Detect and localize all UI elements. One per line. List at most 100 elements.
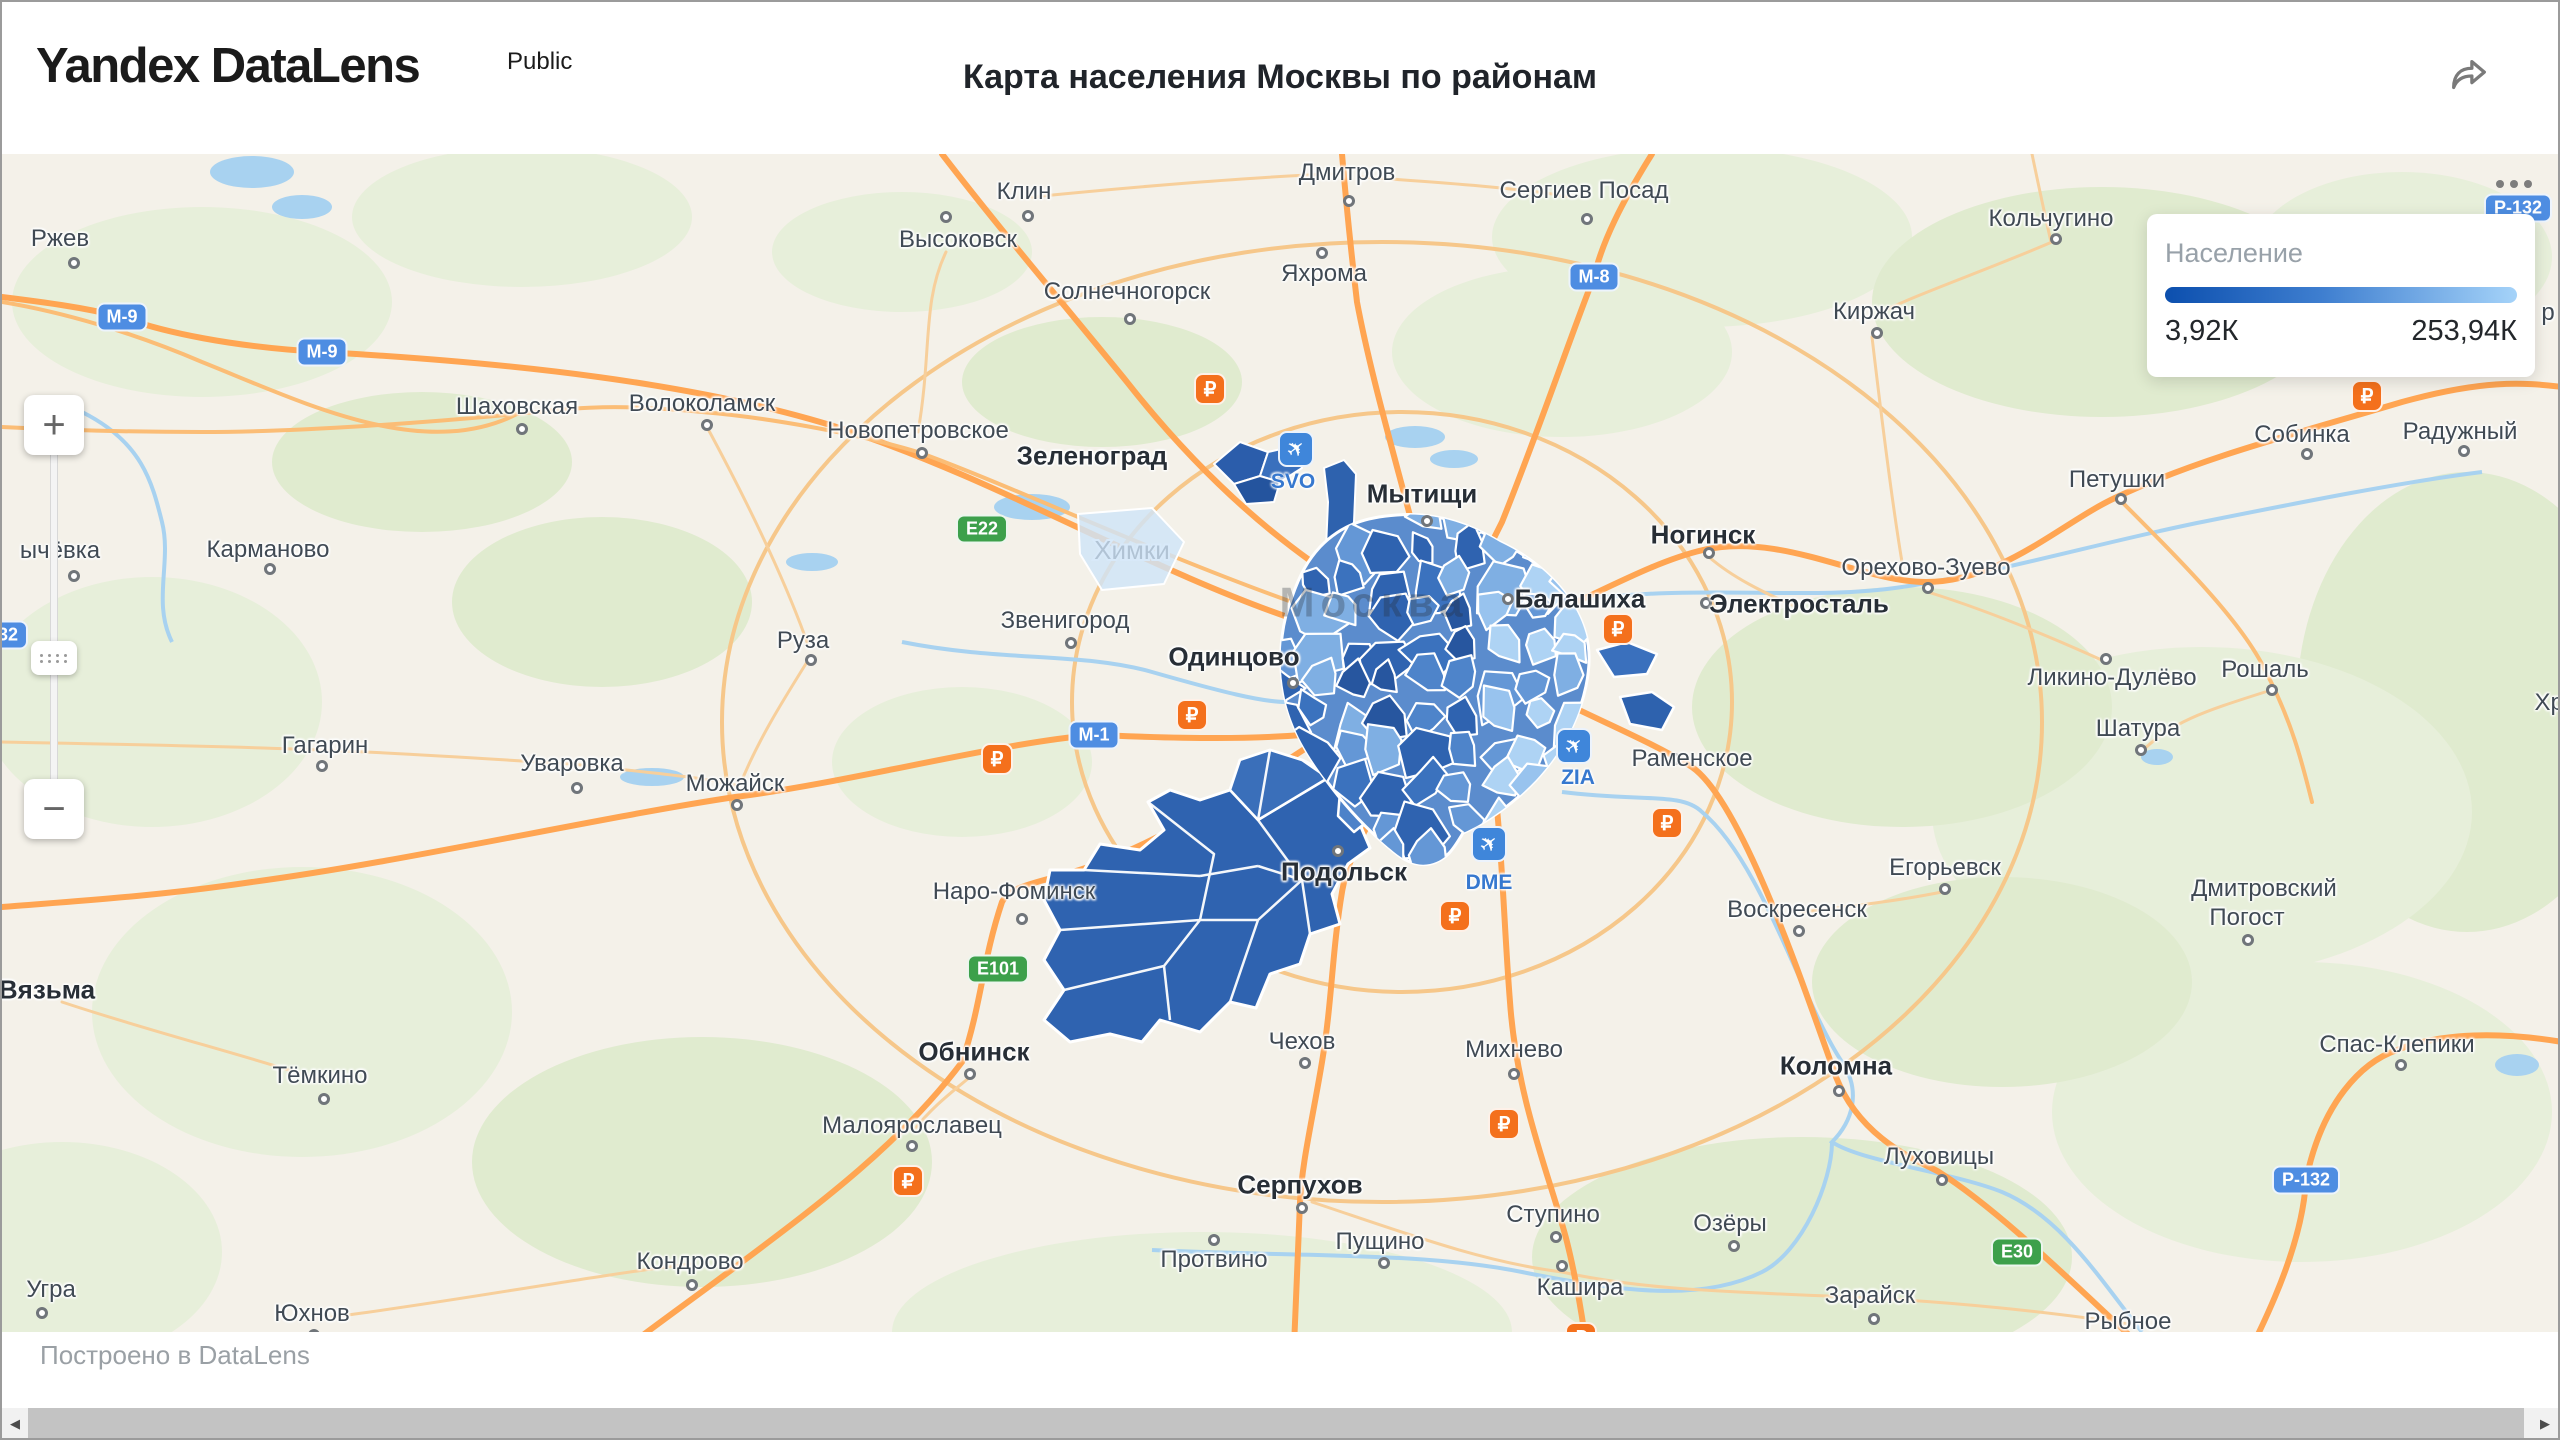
town-marker xyxy=(316,760,328,772)
road-badge: М-8 xyxy=(1569,263,1620,292)
town-marker xyxy=(701,419,713,431)
town-marker xyxy=(571,782,583,794)
map-label: Рыбное xyxy=(2085,1308,2172,1332)
airport-code-label: ZIA xyxy=(1561,766,1595,790)
town-marker xyxy=(1793,925,1805,937)
map-label: Зарайск xyxy=(1825,1282,1915,1310)
airport-icon: ✈ xyxy=(1471,826,1507,862)
map-label: Серпухов xyxy=(1237,1170,1362,1201)
town-marker xyxy=(1502,593,1514,605)
town-marker xyxy=(1299,1057,1311,1069)
town-marker xyxy=(2458,445,2470,457)
zoom-out-button[interactable]: − xyxy=(24,779,84,839)
datalens-public-page: Yandex DataLens Public Карта населения М… xyxy=(0,0,2560,1440)
town-marker xyxy=(1421,515,1433,527)
legend-max-value: 253,94К xyxy=(2411,315,2517,348)
airport-icon: ✈ xyxy=(1278,431,1314,467)
map-label: Воскресенск xyxy=(1727,896,1867,924)
scroll-right-button[interactable]: ▶ xyxy=(2532,1408,2558,1440)
road-badge: М-1 xyxy=(1069,721,1120,750)
town-marker xyxy=(1556,1260,1568,1272)
horizontal-scrollbar[interactable]: ◀ ▶ xyxy=(2,1408,2558,1440)
town-marker xyxy=(1065,637,1077,649)
airport-code-label: SVO xyxy=(1271,470,1315,494)
zoom-slider-track[interactable] xyxy=(50,455,58,781)
town-marker xyxy=(1332,845,1344,857)
map-label: Кашира xyxy=(1537,1274,1624,1302)
map-label: Гагарин xyxy=(282,732,369,760)
map-label: Ликино-Дулёво xyxy=(2027,664,2196,692)
town-marker xyxy=(1016,913,1028,925)
town-marker xyxy=(964,1068,976,1080)
map-label: Волоколамск xyxy=(629,390,775,418)
map-label: Ступино xyxy=(1506,1201,1600,1229)
share-arrow-icon xyxy=(2446,51,2492,99)
legend-min-value: 3,92К xyxy=(2165,315,2238,348)
town-marker xyxy=(2242,934,2254,946)
road-badge: Е30 xyxy=(1991,1238,2043,1267)
airport-code-label: DME xyxy=(1466,871,1513,895)
toll-road-badge: ₽ xyxy=(1488,1108,1520,1140)
map-canvas[interactable]: ЛюберцыХимки xyxy=(2,154,2560,1332)
map-label: Солнечногорск xyxy=(1044,278,1211,306)
legend-gradient-bar xyxy=(2165,287,2517,303)
map-label: Обнинск xyxy=(918,1037,1029,1068)
map-label: ычёвка xyxy=(20,537,100,565)
airport-icon: ✈ xyxy=(1556,728,1592,764)
map-label: Новопетровское xyxy=(827,417,1009,445)
town-marker xyxy=(1939,883,1951,895)
district-cell[interactable] xyxy=(1449,732,1475,766)
legend-card: Население 3,92К 253,94К xyxy=(2147,214,2535,377)
footer-bar: Построено в DataLens xyxy=(2,1332,2558,1408)
town-marker xyxy=(1508,1068,1520,1080)
town-marker xyxy=(1287,677,1299,689)
town-marker xyxy=(2395,1059,2407,1071)
map-label: Звенигород xyxy=(1001,607,1130,635)
town-marker xyxy=(1208,1234,1220,1246)
map-label: Чехов xyxy=(1269,1028,1336,1056)
plane-icon: ✈ xyxy=(1281,433,1312,465)
zoom-in-button[interactable]: + xyxy=(24,395,84,455)
toll-road-badge: ₽ xyxy=(1651,807,1683,839)
map-label: Сергиев Посад xyxy=(1500,177,1669,205)
town-marker xyxy=(2266,684,2278,696)
map-label: Спас-Клепики xyxy=(2319,1031,2474,1059)
map-label: Угра xyxy=(26,1276,76,1304)
zoom-slider-handle[interactable] xyxy=(31,641,77,675)
map-label: Ногинск xyxy=(1651,520,1756,551)
map-label: Москва xyxy=(1279,579,1468,626)
town-marker xyxy=(1833,1085,1845,1097)
share-button[interactable] xyxy=(2440,46,2498,104)
map-label: Можайск xyxy=(686,770,785,798)
map-label: Кольчугино xyxy=(1989,205,2114,233)
map-label: Орехово-Зуево xyxy=(1841,554,2010,582)
scrollbar-thumb[interactable] xyxy=(28,1408,2524,1440)
map-label: Юхнов xyxy=(274,1300,350,1328)
road-badge: Р-132 xyxy=(2272,1166,2340,1195)
map-label: Егорьевск xyxy=(1889,854,2001,882)
map-menu-button[interactable] xyxy=(2496,180,2532,188)
map-label: Уваровка xyxy=(520,750,624,778)
town-marker xyxy=(1022,210,1034,222)
map-label: Высоковск xyxy=(899,226,1017,254)
yandex-datalens-logo: Yandex DataLens xyxy=(36,38,419,94)
toll-road-badge: ₽ xyxy=(1194,373,1226,405)
plane-icon: ✈ xyxy=(1559,730,1590,762)
map-label: Киржач xyxy=(1833,298,1915,326)
town-marker xyxy=(68,570,80,582)
map-label: Пущино xyxy=(1335,1228,1424,1256)
map-label: Рошаль xyxy=(2221,656,2308,684)
map-label: Одинцово xyxy=(1168,642,1299,673)
town-marker xyxy=(1871,327,1883,339)
toll-road-badge: ₽ xyxy=(981,743,1013,775)
map-label: Ржев xyxy=(31,225,89,253)
town-marker xyxy=(1581,213,1593,225)
town-marker xyxy=(940,211,952,223)
map-label: Радужный xyxy=(2403,418,2518,446)
town-marker xyxy=(686,1279,698,1291)
toll-road-badge: ₽ xyxy=(892,1165,924,1197)
map-label: Кондрово xyxy=(636,1248,743,1276)
town-marker xyxy=(2050,233,2062,245)
town-marker xyxy=(1296,1202,1308,1214)
scroll-left-button[interactable]: ◀ xyxy=(2,1408,28,1440)
